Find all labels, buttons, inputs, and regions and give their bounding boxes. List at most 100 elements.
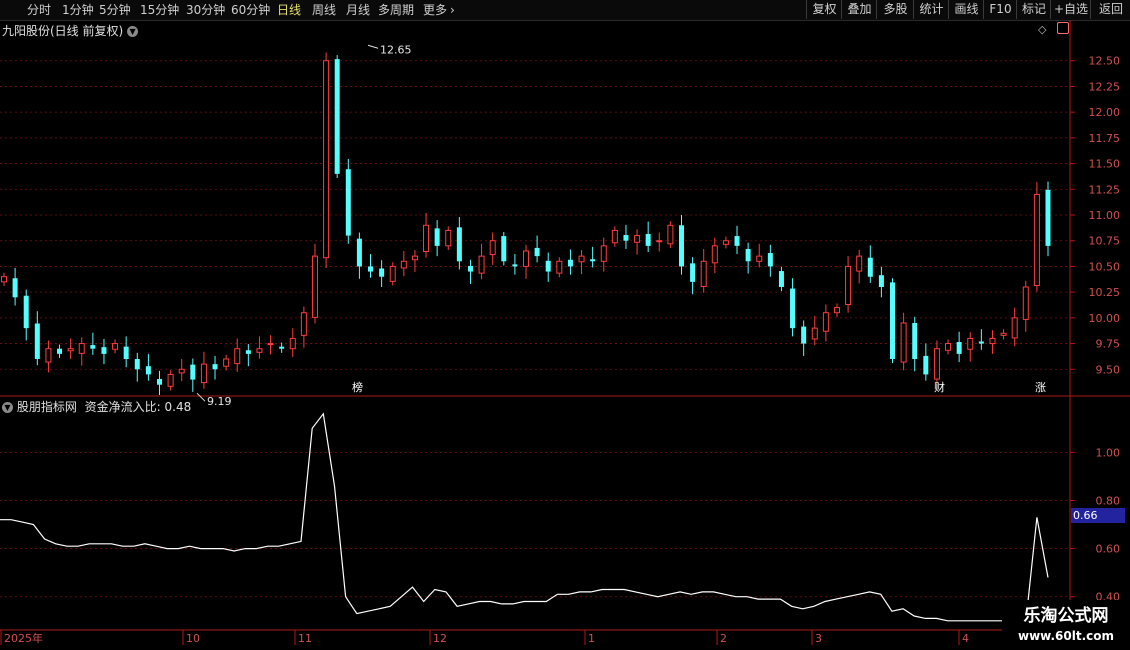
candle (534, 235, 540, 263)
candle (878, 266, 884, 298)
candle (334, 55, 340, 178)
current-value-tag: 0.66 (1071, 508, 1125, 523)
candle-body (956, 342, 962, 354)
chevron-right-icon[interactable]: › (450, 0, 455, 20)
toolbar-button-0[interactable]: 复权 (806, 0, 842, 19)
candle (112, 339, 119, 354)
price-tick-label: 12.00 (1089, 106, 1121, 119)
candle-body (678, 225, 684, 267)
candle (745, 242, 751, 274)
chevron-down-icon[interactable]: ▼ (2, 402, 13, 413)
time-tick-label: 11 (298, 632, 312, 645)
candle-body (423, 224, 430, 253)
candle-body (711, 245, 718, 264)
badge-bang[interactable]: 榜 (350, 381, 365, 395)
badge-zhang[interactable]: 涨 (1033, 381, 1048, 395)
candle (423, 212, 430, 258)
candle (767, 244, 773, 277)
period-tab-0[interactable]: 分时 (27, 0, 51, 20)
candle-body (190, 364, 196, 380)
candle (467, 259, 473, 284)
kline-chart[interactable]: 12.5012.2512.0011.7511.5011.2511.0010.75… (0, 20, 1130, 650)
candle (12, 267, 18, 306)
period-tab-10[interactable]: 更多 (423, 0, 447, 20)
candle-body (501, 236, 507, 262)
price-tick-label: 10.50 (1089, 260, 1121, 273)
candle-body (933, 348, 940, 380)
candle (811, 315, 818, 346)
candle (45, 340, 52, 373)
candle (178, 359, 185, 382)
candle-body (456, 227, 462, 262)
candle-body (767, 253, 773, 267)
period-tab-8[interactable]: 月线 (346, 0, 370, 20)
candle (345, 158, 351, 244)
candle-body (234, 348, 241, 365)
price-tick-label: 9.50 (1096, 363, 1121, 376)
toolbar-button-3[interactable]: 统计 (913, 0, 949, 19)
candle-body (811, 327, 818, 340)
candle-body (790, 288, 796, 329)
toolbar-button-2[interactable]: 多股 (876, 0, 914, 19)
indicator-series-line (0, 412, 1049, 624)
period-tab-9[interactable]: 多周期 (378, 0, 414, 20)
candle-body (78, 343, 85, 354)
toolbar-button-1[interactable]: 叠加 (841, 0, 877, 19)
candle (700, 248, 707, 293)
candle (545, 252, 551, 282)
candle-body (145, 366, 151, 375)
candle-body (778, 271, 784, 287)
toolbar-button-4[interactable]: 画线 (948, 0, 984, 19)
candle (656, 232, 663, 252)
candle-body (178, 368, 185, 374)
candle-body (90, 345, 96, 349)
time-tick-label: 2 (720, 632, 727, 645)
price-tick-label: 11.75 (1089, 132, 1121, 145)
candle-body (23, 295, 29, 329)
toolbar-button-5[interactable]: F10 (983, 0, 1017, 19)
candle (389, 262, 396, 286)
toolbar-button-8[interactable]: 返回 (1090, 0, 1130, 19)
candle-body (833, 307, 840, 314)
toolbar-button-7[interactable]: +自选 (1050, 0, 1091, 19)
badge-cai[interactable]: 财 (932, 381, 947, 395)
watermark-title: 乐淘公式网 (1023, 606, 1109, 626)
candle (956, 331, 962, 363)
candle-body (345, 169, 351, 236)
candle-body (978, 341, 984, 344)
period-tab-2[interactable]: 5分钟 (99, 0, 131, 20)
period-tab-5[interactable]: 60分钟 (231, 0, 270, 20)
candle (923, 343, 929, 381)
candle (200, 351, 207, 389)
candle-body (600, 245, 607, 262)
toolbar-button-6[interactable]: 标记 (1016, 0, 1051, 19)
candle-body (400, 260, 407, 269)
candle-body (34, 323, 40, 359)
candle (145, 353, 151, 381)
candle-body (467, 265, 473, 272)
period-tab-3[interactable]: 15分钟 (140, 0, 179, 20)
candle (368, 254, 374, 278)
candle (845, 256, 852, 313)
candle-body (134, 359, 140, 370)
watermark-logo: 乐淘公式网 www.60lt.com (1002, 600, 1130, 650)
candle (134, 352, 140, 382)
period-tab-6[interactable]: 日线 (277, 0, 301, 20)
chevron-down-icon[interactable]: ▼ (127, 26, 139, 37)
period-tab-4[interactable]: 30分钟 (186, 0, 225, 20)
candle-body (101, 347, 107, 354)
candle-body (411, 255, 418, 261)
maximize-icon[interactable] (1057, 22, 1069, 34)
low-price-label: 9.19 (207, 395, 232, 408)
candle-body (645, 234, 651, 246)
candle (778, 266, 784, 292)
period-tab-7[interactable]: 周线 (312, 0, 336, 20)
candle (123, 336, 129, 368)
candle (279, 342, 285, 353)
price-tick-label: 11.00 (1089, 209, 1121, 222)
price-tick-label: 10.00 (1089, 312, 1121, 325)
price-tick-label: 10.25 (1089, 286, 1121, 299)
diamond-icon[interactable]: ◇ (1038, 23, 1046, 36)
candle (634, 229, 641, 255)
period-tab-1[interactable]: 1分钟 (62, 0, 94, 20)
